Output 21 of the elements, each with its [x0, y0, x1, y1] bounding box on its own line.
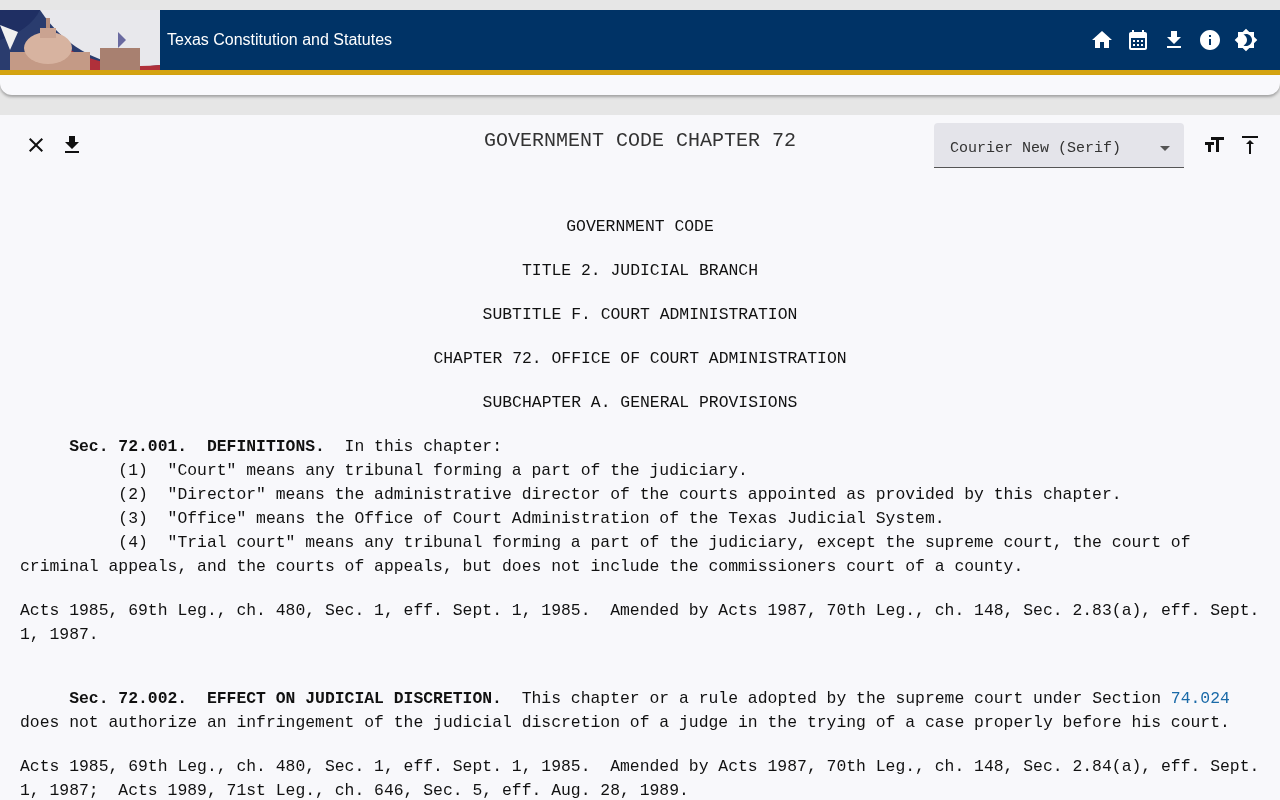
definition-item: (2) "Director" means the administrative director of the courts appointed as provided by this chapter.: [117, 484, 1123, 506]
document-title: GOVERNMENT CODE CHAPTER 72: [483, 129, 797, 152]
chapter-heading: GOVERNMENT CODE: [565, 216, 715, 238]
history-note: Acts 1985, 69th Leg., ch. 480, Sec. 1, eff. Sept. 1, 1985. Amended by Acts 1987, 70th Leg., ch. 148, Sec. 2.84(a), eff. Sept. 1, 1987; Acts 1989, 71st Leg., ch. 646, Sec. 5, eff. Aug. 28, 1989.: [20, 756, 1260, 800]
chapter-heading: TITLE 2. JUDICIAL BRANCH: [520, 260, 760, 282]
definition-item: (1) "Court" means any tribunal forming a part of the judiciary.: [117, 460, 749, 482]
definition-item: (4) "Trial court" means any tribunal forming a part of the judiciary, except the supreme court, the court of criminal appeals, and the courts of appeals, but does not include the commissioners court of a county.: [20, 532, 1192, 578]
section-text: Sec. 72.001. DEFINITIONS. In this chapter:: [68, 436, 503, 458]
chapter-heading: SUBTITLE F. COURT ADMINISTRATION: [481, 304, 799, 326]
definition-item: (3) "Office" means the Office of Court Administration of the Texas Judicial System.: [117, 508, 946, 530]
info-icon[interactable]: [1198, 28, 1222, 52]
app-title: Texas Constitution and Statutes: [167, 31, 394, 49]
caret-icon: [1160, 146, 1170, 151]
chapter-heading: SUBCHAPTER A. GENERAL PROVISIONS: [481, 392, 799, 414]
brightness-icon[interactable]: [1234, 28, 1258, 52]
font-select[interactable]: Courier New (Serif): [934, 122, 1184, 168]
history-note: Acts 1985, 69th Leg., ch. 480, Sec. 1, eff. Sept. 1, 1985. Amended by Acts 1987, 70th Leg., ch. 148, Sec. 2.83(a), eff. Sept. 1, 1987.: [20, 600, 1260, 646]
section-link[interactable]: 74.024: [1170, 689, 1230, 708]
section-text: Sec. 72.002. EFFECT ON JUDICIAL DISCRETION. This chapter or a rule adopted by the supreme court under Section 74.024 does not authorize an infringement of the judicial discretion of a judge in the trying of a case properly before his court.: [20, 688, 1231, 734]
chapter-heading: CHAPTER 72. OFFICE OF COURT ADMINISTRATION: [432, 348, 848, 370]
calendar-icon[interactable]: [1126, 28, 1150, 52]
